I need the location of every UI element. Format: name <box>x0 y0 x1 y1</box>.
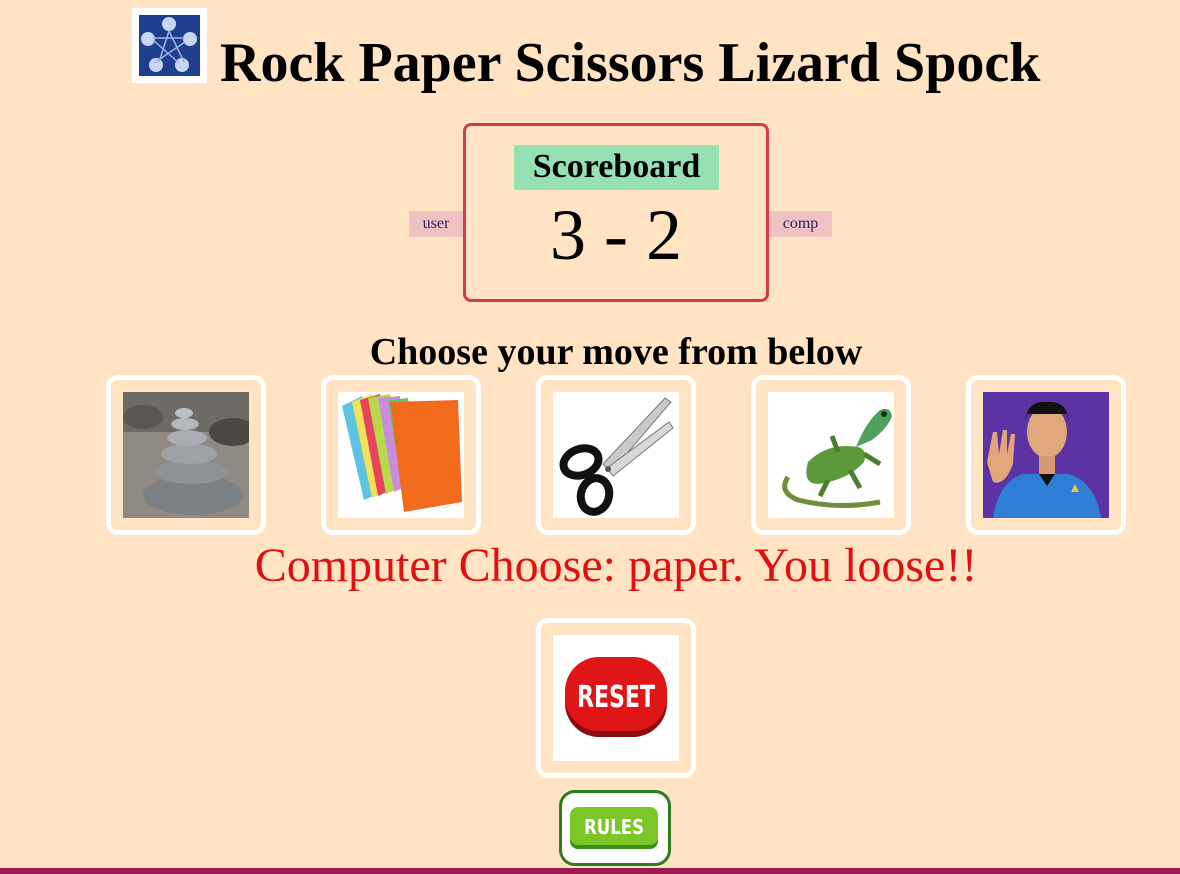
reset-label: RESET <box>577 680 655 715</box>
logo <box>132 8 207 83</box>
page-title: Rock Paper Scissors Lizard Spock <box>220 32 1041 94</box>
move-prompt: Choose your move from below <box>369 331 863 373</box>
score-value: 3 - 2 <box>550 195 682 275</box>
rock-stack-icon <box>123 392 249 518</box>
result-message: Computer Choose: paper. You loose!! <box>254 539 978 592</box>
reset-icon: RESET <box>553 635 679 761</box>
scissors-button[interactable] <box>536 375 696 535</box>
comp-label: comp <box>769 211 832 237</box>
spock-icon <box>983 392 1109 518</box>
reset-button[interactable]: RESET <box>536 618 696 778</box>
scoreboard-title: Scoreboard <box>514 145 719 190</box>
user-label: user <box>409 211 463 237</box>
paper-sheets-icon <box>338 392 464 518</box>
rules-button[interactable]: RULES <box>559 790 671 866</box>
lizard-button[interactable] <box>751 375 911 535</box>
scissors-icon <box>553 392 679 518</box>
scoreboard: Scoreboard 3 - 2 <box>463 123 769 302</box>
rules-label: RULES <box>584 815 644 839</box>
paper-button[interactable] <box>321 375 481 535</box>
rock-button[interactable] <box>106 375 266 535</box>
bottom-bar <box>0 868 1180 874</box>
rpsls-diagram-icon <box>139 15 200 76</box>
rules-icon: RULES <box>570 807 658 849</box>
lizard-icon <box>768 392 894 518</box>
spock-button[interactable] <box>966 375 1126 535</box>
